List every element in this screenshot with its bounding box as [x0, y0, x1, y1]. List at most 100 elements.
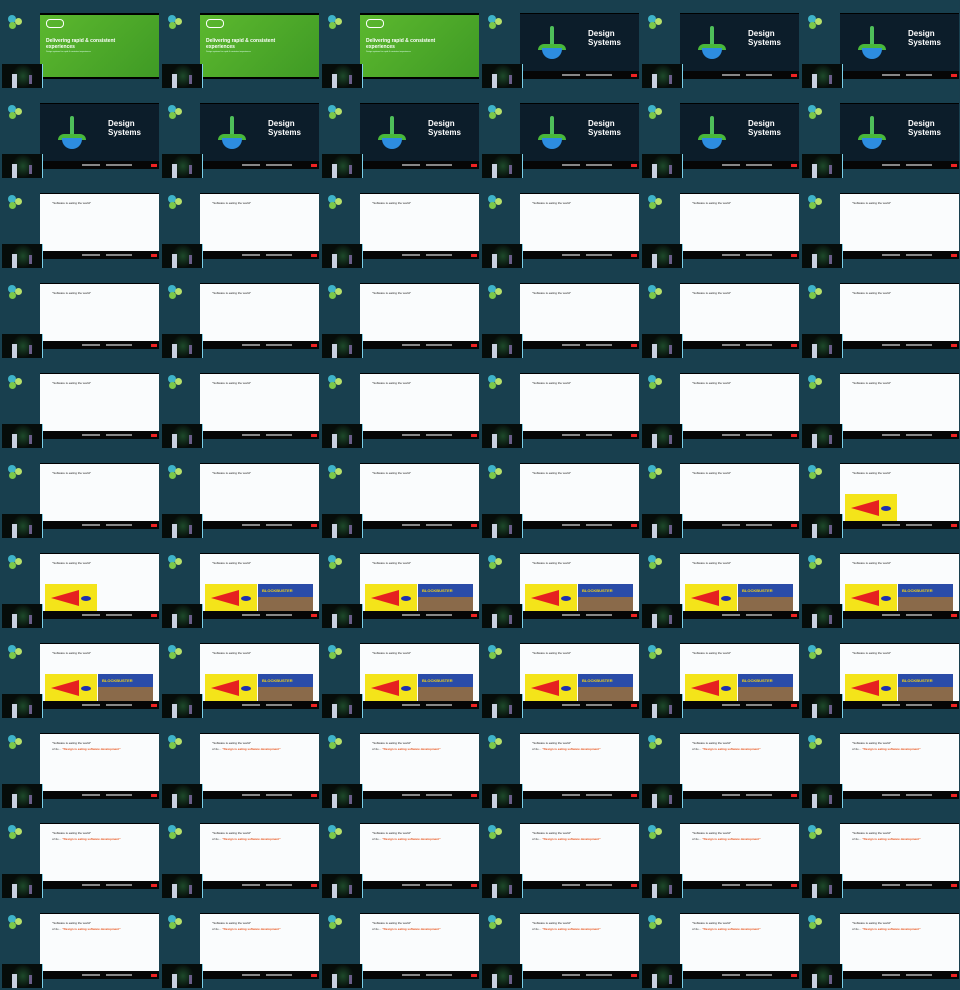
video-frame-thumbnail[interactable]: "Software is eating the world" [480, 360, 640, 450]
video-frame-thumbnail[interactable]: "Software is eating the world" while... "… [640, 900, 800, 990]
logo-circle [495, 828, 502, 835]
video-frame-thumbnail[interactable]: "Software is eating the world" BLOCKBUSTE… [640, 540, 800, 630]
speaker-figure-2 [669, 345, 672, 354]
video-frame-thumbnail[interactable]: "Software is eating the world" while... "… [640, 720, 800, 810]
video-frame-thumbnail[interactable]: Design Systems [0, 90, 160, 180]
video-frame-thumbnail[interactable]: "Software is eating the world" [160, 450, 320, 540]
video-frame-thumbnail[interactable]: "Software is eating the world" while... "… [320, 720, 480, 810]
video-frame-thumbnail[interactable]: "Software is eating the world" BLOCKBUSTE… [480, 630, 640, 720]
video-frame-thumbnail[interactable]: "Software is eating the world" BLOCKBUSTE… [800, 540, 960, 630]
video-frame-thumbnail[interactable]: Design Systems [480, 90, 640, 180]
conference-logo [328, 465, 354, 481]
video-frame-thumbnail[interactable]: "Software is eating the world" while... "… [0, 720, 160, 810]
video-frame-thumbnail[interactable]: Design Systems [640, 0, 800, 90]
speaker-figure [12, 74, 17, 88]
video-frame-thumbnail[interactable]: "Software is eating the world" [320, 180, 480, 270]
presentation-slide: "Software is eating the world" [680, 283, 799, 349]
video-frame-thumbnail[interactable]: "Software is eating the world" [640, 270, 800, 360]
video-frame-thumbnail[interactable]: "Software is eating the world" [160, 270, 320, 360]
video-frame-thumbnail[interactable]: "Software is eating the world" [0, 450, 160, 540]
logo-circle [335, 378, 342, 385]
video-frame-thumbnail[interactable]: "Software is eating the world" while... "… [320, 900, 480, 990]
quote-highlight: "Design is eating software development" [862, 927, 921, 931]
video-frame-thumbnail[interactable]: "Software is eating the world" BLOCKBUSTE… [320, 540, 480, 630]
video-frame-thumbnail[interactable]: "Software is eating the world" [800, 180, 960, 270]
video-frame-thumbnail[interactable]: Design Systems [800, 0, 960, 90]
video-frame-thumbnail[interactable]: Delivering rapid & consistent experience… [0, 0, 160, 90]
video-frame-thumbnail[interactable]: "Software is eating the world" while... "… [800, 810, 960, 900]
footer-handle [242, 614, 260, 616]
video-frame-thumbnail[interactable]: "Software is eating the world" [640, 450, 800, 540]
footer-handle [722, 704, 740, 706]
footer-brand-icon [951, 343, 957, 347]
video-frame-thumbnail[interactable]: Design Systems [160, 90, 320, 180]
video-frame-thumbnail[interactable]: "Software is eating the world" [0, 270, 160, 360]
suse-logo-icon [366, 19, 384, 28]
footer-link [426, 524, 452, 526]
video-frame-thumbnail[interactable]: "Software is eating the world" [160, 360, 320, 450]
video-frame-thumbnail[interactable]: "Software is eating the world" [480, 270, 640, 360]
quote-highlight: "Design is eating software development" [542, 927, 601, 931]
video-frame-thumbnail[interactable]: "Software is eating the world" BLOCKBUSTE… [160, 540, 320, 630]
logo-circle [169, 202, 176, 209]
video-frame-thumbnail[interactable]: "Software is eating the world" [480, 450, 640, 540]
video-frame-thumbnail[interactable]: "Software is eating the world" while... "… [480, 720, 640, 810]
video-frame-thumbnail[interactable]: Design Systems [640, 90, 800, 180]
video-frame-thumbnail[interactable]: "Software is eating the world" [800, 360, 960, 450]
video-frame-thumbnail[interactable]: "Software is eating the world" while... "… [0, 810, 160, 900]
presentation-slide: "Software is eating the world" while... "… [520, 913, 639, 979]
footer-handle [562, 794, 580, 796]
video-frame-thumbnail[interactable]: "Software is eating the world" [320, 270, 480, 360]
video-frame-thumbnail[interactable]: Design Systems [320, 90, 480, 180]
video-frame-thumbnail[interactable]: "Software is eating the world" BLOCKBUSTE… [480, 540, 640, 630]
speaker-figure-2 [29, 255, 32, 264]
video-frame-thumbnail[interactable]: "Software is eating the world" [0, 180, 160, 270]
logo-circle [655, 198, 662, 205]
video-frame-thumbnail[interactable]: "Software is eating the world" [800, 270, 960, 360]
video-frame-thumbnail[interactable]: "Software is eating the world" [480, 180, 640, 270]
video-frame-thumbnail[interactable]: "Software is eating the world" while... "… [800, 900, 960, 990]
video-frame-thumbnail[interactable]: "Software is eating the world" [640, 360, 800, 450]
video-frame-thumbnail[interactable]: "Software is eating the world" BLOCKBUSTE… [0, 630, 160, 720]
video-frame-thumbnail[interactable]: Delivering rapid & consistent experience… [320, 0, 480, 90]
video-frame-thumbnail[interactable]: "Software is eating the world" BLOCKBUSTE… [640, 630, 800, 720]
video-frame-thumbnail[interactable]: "Software is eating the world" [320, 360, 480, 450]
planet-illustration [542, 48, 562, 59]
video-frame-thumbnail[interactable]: "Software is eating the world" [0, 360, 160, 450]
planet-illustration [702, 48, 722, 59]
video-frame-thumbnail[interactable]: Design Systems [480, 0, 640, 90]
speaker-figure-2 [29, 435, 32, 444]
logo-circle [815, 378, 822, 385]
video-frame-thumbnail[interactable]: "Software is eating the world" [800, 450, 960, 540]
video-frame-thumbnail[interactable]: "Software is eating the world" while... "… [160, 720, 320, 810]
video-frame-thumbnail[interactable]: Design Systems [800, 90, 960, 180]
video-frame-thumbnail[interactable]: "Software is eating the world" while... "… [480, 900, 640, 990]
video-frame-thumbnail[interactable]: "Software is eating the world" [640, 180, 800, 270]
speaker-figure [172, 434, 177, 448]
video-frame-thumbnail[interactable]: "Software is eating the world" while... "… [320, 810, 480, 900]
video-frame-thumbnail[interactable]: "Software is eating the world" while... "… [480, 810, 640, 900]
blockbuster-sign: BLOCKBUSTER [102, 678, 133, 683]
video-frame-thumbnail[interactable]: "Software is eating the world" BLOCKBUSTE… [160, 630, 320, 720]
video-frame-thumbnail[interactable]: "Software is eating the world" [0, 540, 160, 630]
slide-quote: "Software is eating the world" [532, 291, 571, 295]
video-frame-thumbnail[interactable]: "Software is eating the world" while... "… [800, 720, 960, 810]
footer-link [106, 434, 132, 436]
footer-handle [882, 614, 900, 616]
footer-handle [882, 434, 900, 436]
video-frame-thumbnail[interactable]: "Software is eating the world" [320, 450, 480, 540]
slide-footer [360, 701, 479, 709]
video-frame-thumbnail[interactable]: "Software is eating the world" while... "… [160, 810, 320, 900]
video-frame-thumbnail[interactable]: "Software is eating the world" [160, 180, 320, 270]
video-frame-thumbnail[interactable]: "Software is eating the world" while... "… [160, 900, 320, 990]
logo-circle [495, 468, 502, 475]
video-frame-thumbnail[interactable]: "Software is eating the world" while... "… [640, 810, 800, 900]
speaker-video-inset [642, 694, 683, 718]
video-frame-thumbnail[interactable]: "Software is eating the world" while... "… [0, 900, 160, 990]
speaker-video-inset [802, 514, 843, 538]
footer-brand-icon [631, 523, 637, 527]
video-frame-thumbnail[interactable]: "Software is eating the world" BLOCKBUSTE… [800, 630, 960, 720]
video-frame-thumbnail[interactable]: "Software is eating the world" BLOCKBUSTE… [320, 630, 480, 720]
video-frame-thumbnail[interactable]: Delivering rapid & consistent experience… [160, 0, 320, 90]
logo-circle [15, 558, 22, 565]
